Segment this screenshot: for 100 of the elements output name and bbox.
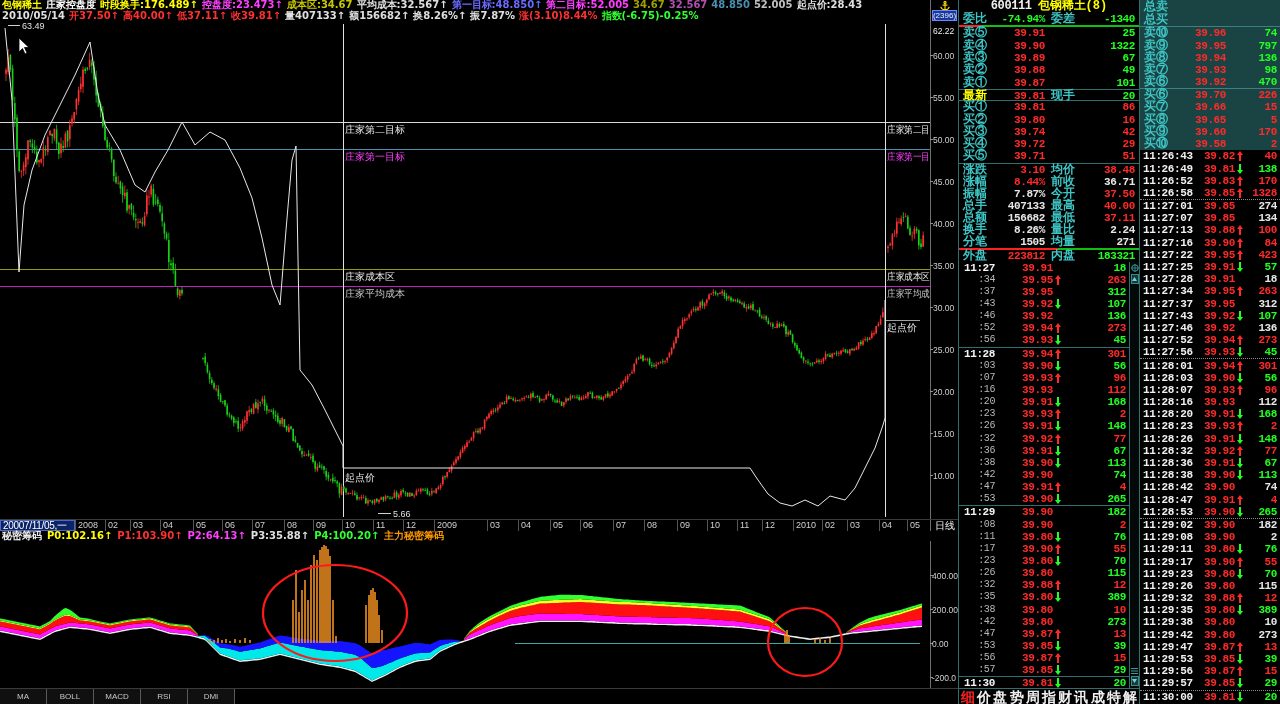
tick-volume: 148 <box>1257 432 1277 445</box>
scroll-up-button[interactable] <box>1130 273 1139 284</box>
detail-tab[interactable]: 盘 <box>992 688 1009 704</box>
crosshair-icon[interactable] <box>1130 263 1139 272</box>
header-field: 收39.81↑ <box>231 10 282 21</box>
tick-time: 11:28:23 <box>1143 420 1194 433</box>
detail-tab[interactable]: 讯 <box>1073 688 1090 704</box>
tick-price: 39.93 <box>1021 371 1053 384</box>
tick-time: 11:27:34 <box>1143 285 1194 298</box>
indicator-tab[interactable]: RSI <box>141 689 188 704</box>
indicator-tab[interactable]: DMI <box>188 689 235 704</box>
tick-price: 39.88 <box>1021 579 1053 592</box>
date-axis-label: 12 <box>762 520 793 531</box>
detail-tab[interactable]: 细 <box>960 688 977 704</box>
price-high-label: 63.49 <box>22 21 45 31</box>
detail-tab[interactable]: 势 <box>1008 688 1025 704</box>
indicator-tab[interactable]: BOLL <box>47 689 94 704</box>
header-field: 控盘度:23.473↑ <box>201 0 283 11</box>
date-axis-label: 02 <box>105 520 130 531</box>
detail-tab[interactable]: 指 <box>1040 688 1058 704</box>
tick-time: 11:28:47 <box>1143 493 1194 506</box>
level-label: 庄家成本区 <box>345 271 395 282</box>
tick-time: 11:28:03 <box>1143 371 1194 384</box>
tick-price: 39.81 <box>1203 690 1235 703</box>
date-axis-label: 03 <box>130 520 160 531</box>
order-price: 39.94 <box>1194 52 1226 65</box>
tick-price: 39.82 <box>1203 150 1235 163</box>
date-axis-label: 10 <box>342 520 373 531</box>
triangle-down-icon <box>1132 678 1137 683</box>
tick-time: :37 <box>977 285 995 298</box>
detail-tab[interactable]: 成 <box>1089 688 1106 704</box>
tick-time: :26 <box>977 567 995 580</box>
indicator-tab[interactable]: MA <box>0 689 47 704</box>
arrow-down-icon <box>1055 678 1061 689</box>
detail-tab[interactable]: 特 <box>1105 688 1122 704</box>
date-axis-label: 06 <box>222 520 252 531</box>
order-price: 39.71 <box>1013 150 1045 163</box>
field-label: 前收 <box>1051 175 1076 188</box>
triangle-up-icon <box>1132 276 1137 281</box>
tick-volume: 18 <box>1263 273 1277 286</box>
date-axis-label: 04 <box>879 520 907 531</box>
tick-volume: 312 <box>1106 285 1126 298</box>
tick-volume: 74 <box>1112 469 1126 481</box>
tick-time: 11:29 <box>963 506 995 519</box>
tick-time: 11:26:49 <box>1143 162 1194 175</box>
price-axis-label: 30.00 <box>933 302 955 313</box>
arrow-up-icon <box>1237 494 1243 505</box>
tick-price: 39.85 <box>1203 186 1235 199</box>
arrow-up-icon <box>1055 543 1061 554</box>
stat-value: 8.44% <box>1013 175 1045 188</box>
tick-volume: 2 <box>1269 420 1277 433</box>
tick-price: 39.91 <box>1021 481 1053 494</box>
indicator-value: P2:64.13↑ <box>187 531 246 541</box>
scroll-down-button[interactable] <box>1130 675 1139 686</box>
tick-time: 11:29:47 <box>1143 640 1194 653</box>
indicator-tab[interactable]: MACD <box>94 689 141 704</box>
tick-time: 11:29:26 <box>1143 579 1194 592</box>
grip-icon[interactable] <box>1131 667 1138 674</box>
anchor-icon[interactable] <box>938 0 951 10</box>
arrow-down-icon <box>1237 262 1243 273</box>
tick-volume: 55 <box>1263 555 1277 568</box>
field-label: 外盘 <box>963 249 988 262</box>
detail-tab[interactable]: 周 <box>1024 688 1041 704</box>
tick-time: 11:28:16 <box>1143 396 1194 409</box>
date-axis-label: 11 <box>737 520 762 531</box>
price-axis-label: 45.00 <box>933 176 955 187</box>
detail-tab[interactable]: 解 <box>1121 688 1139 704</box>
tick-price: 39.91 <box>1203 457 1235 470</box>
tick-volume: 389 <box>1106 591 1126 604</box>
tick-volume: 134 <box>1257 212 1277 225</box>
axis-max-label: 62.22 <box>933 26 955 36</box>
tick-price: 39.94 <box>1203 334 1235 347</box>
tick-time: :38 <box>977 456 995 469</box>
tick-volume: 13 <box>1112 627 1126 640</box>
detail-tab[interactable]: 财 <box>1057 688 1074 704</box>
stat-value: 407133 <box>1006 199 1045 212</box>
arrow-up-icon <box>1055 433 1061 444</box>
tick-price: 39.93 <box>1203 383 1235 396</box>
field-label: 最新 <box>963 89 988 102</box>
header-field: 低37.11↑ <box>177 10 227 21</box>
field-label: 分笔 <box>963 235 988 248</box>
cursor-date-label: 20007/11/05,一 <box>0 520 75 531</box>
header-field: 第二目标:52.005 <box>546 0 630 11</box>
order-price: 39.87 <box>1013 76 1045 89</box>
tick-price: 39.85 <box>1203 677 1235 690</box>
detail-tab[interactable]: 价 <box>976 688 993 704</box>
order-volume: 42 <box>1121 125 1135 138</box>
date-axis-label: 2008 <box>75 520 105 531</box>
tick-volume: 12 <box>1112 579 1126 592</box>
level-label: 庄家第二目标 <box>345 124 405 135</box>
order-volume: 49 <box>1121 64 1135 77</box>
tick-price: 39.81 <box>1021 677 1053 690</box>
tick-time: :03 <box>977 359 995 372</box>
tick-price: 39.80 <box>1203 628 1235 641</box>
order-price: 39.74 <box>1013 125 1045 138</box>
tick-price: 39.80 <box>1021 555 1053 567</box>
tick-time: 11:28:38 <box>1143 469 1194 482</box>
tick-price: 39.90 <box>1021 506 1053 519</box>
tick-volume: 301 <box>1257 359 1277 372</box>
tick-volume: 263 <box>1257 285 1277 298</box>
